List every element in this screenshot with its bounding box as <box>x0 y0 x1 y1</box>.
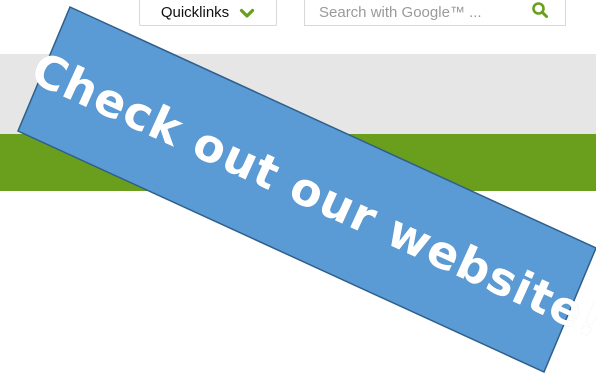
chevron-down-icon <box>239 5 255 21</box>
search-box <box>304 0 566 26</box>
quicklinks-label: Quicklinks <box>160 4 230 21</box>
navigation-band <box>0 54 596 134</box>
quicklinks-button[interactable]: Quicklinks <box>139 0 277 26</box>
search-button[interactable] <box>527 0 553 24</box>
site-header: Quicklinks <box>0 0 596 54</box>
content-area <box>0 191 596 376</box>
search-icon <box>531 1 549 24</box>
search-input[interactable] <box>319 4 515 21</box>
accent-band <box>0 134 596 191</box>
